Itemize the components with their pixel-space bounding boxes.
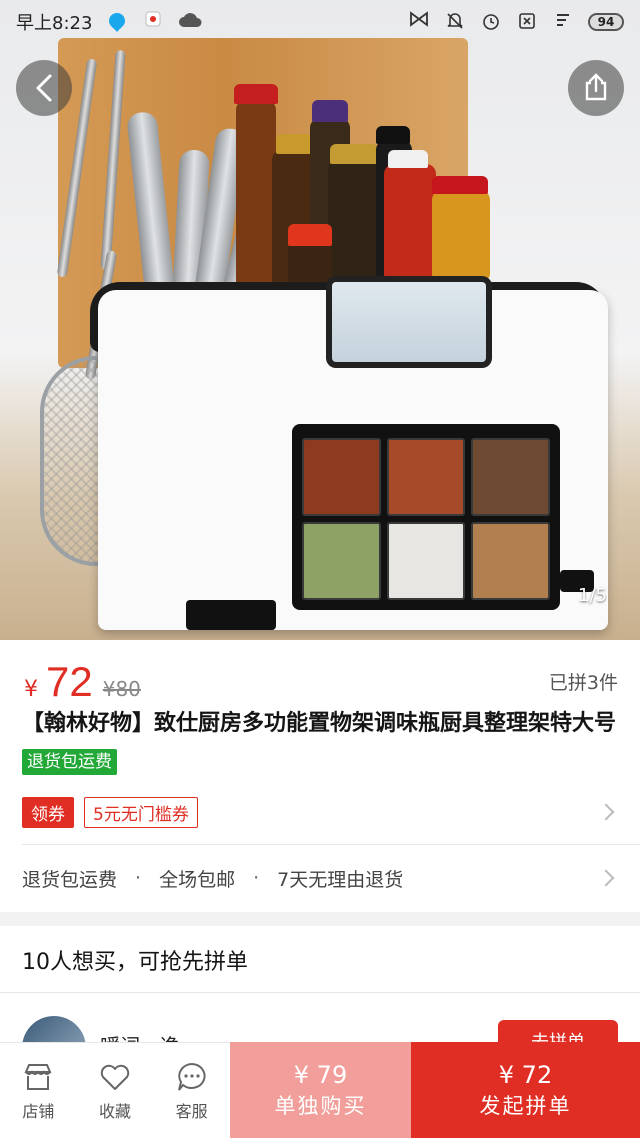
back-icon <box>36 74 52 102</box>
ketchup-bottle-image <box>384 164 436 280</box>
shop-icon <box>24 1063 52 1090</box>
solo-label: 单独购买 <box>274 1094 367 1118</box>
group-price: 72 <box>46 658 93 705</box>
service-item: 7天无理由退货 <box>277 868 404 891</box>
chevron-right-icon <box>597 803 615 821</box>
bottle-cap <box>234 84 278 104</box>
bottle-cap <box>330 144 378 164</box>
service-item: 退货包运费 <box>22 868 118 891</box>
image-counter: 1/5 <box>578 585 607 606</box>
rack-foot <box>186 600 276 630</box>
bottom-action-bar: 店铺 收藏 客服 ¥ 79 单独购买 ¥ 72 发起拼单 <box>0 1042 640 1138</box>
price-row: ¥ 72 ¥80 <box>24 658 141 706</box>
product-title-text: 【翰林好物】致仕厨房多功能置物架调味瓶厨具整理架特大号 <box>22 711 617 736</box>
cloud-icon <box>178 11 202 33</box>
separator: · <box>135 867 142 889</box>
bottle-image <box>236 100 276 290</box>
bottom-icons: 店铺 收藏 客服 <box>0 1042 230 1138</box>
product-title: 【翰林好物】致仕厨房多功能置物架调味瓶厨具整理架特大号 退货包运费 <box>22 704 622 784</box>
status-time: 早上8:23 <box>16 13 93 34</box>
jar-cap <box>432 176 488 194</box>
get-coupon-button[interactable]: 领券 <box>22 796 74 828</box>
group-buy-price: ¥ 72 <box>498 1061 553 1089</box>
divider <box>22 844 640 845</box>
service-label: 客服 <box>175 1101 208 1121</box>
separator: · <box>253 867 260 889</box>
service-row[interactable]: 退货包运费 · 全场包邮 · 7天无理由退货 <box>22 862 618 894</box>
phone-image <box>326 276 492 368</box>
start-group-button[interactable]: ¥ 72 发起拼单 <box>411 1042 640 1138</box>
group-buy-label: 发起拼单 <box>479 1094 572 1118</box>
chevron-right-icon <box>597 869 615 887</box>
solo-price: ¥ 79 <box>293 1061 348 1089</box>
return-shipping-tag: 退货包运费 <box>22 749 117 775</box>
coupon-tag: 5元无门槛券 <box>84 796 198 828</box>
bottle-image <box>328 160 380 280</box>
chat-icon <box>177 1062 206 1091</box>
battery-indicator: 94 <box>588 13 624 31</box>
spice-drawers-image <box>292 424 560 610</box>
divider <box>0 992 640 993</box>
bottle-cap <box>376 126 410 144</box>
bottle-cap <box>276 134 312 154</box>
group-title: 10人想买，可抢先拼单 <box>22 950 248 975</box>
back-button[interactable] <box>16 60 72 116</box>
coupon-row[interactable]: 领券 5元无门槛券 <box>22 796 618 828</box>
jar-image <box>432 190 490 280</box>
original-price: ¥80 <box>102 677 141 701</box>
signal-icon <box>552 11 574 33</box>
bottle-cap <box>312 100 348 122</box>
bubble-icon <box>106 11 128 33</box>
buy-alone-button[interactable]: ¥ 79 单独购买 <box>230 1042 411 1138</box>
shop-button[interactable]: 店铺 <box>0 1043 77 1138</box>
mute-icon <box>444 11 466 33</box>
app-icon <box>142 11 164 33</box>
share-button[interactable] <box>568 60 624 116</box>
price-symbol: ¥ <box>24 677 38 702</box>
product-image[interactable] <box>0 0 640 640</box>
product-page: 早上8:23 94 1/5 ¥ 72 ¥80 已拼3件 【翰林好物】致仕厨房多功… <box>0 0 640 1138</box>
favorite-label: 收藏 <box>99 1101 132 1121</box>
customer-service-button[interactable]: 客服 <box>153 1043 230 1138</box>
status-bar: 早上8:23 94 <box>0 0 640 44</box>
share-icon <box>585 73 607 101</box>
bow-icon <box>408 11 430 33</box>
bottle-cap <box>388 150 428 168</box>
alarm-icon <box>480 11 502 33</box>
product-info: ¥ 72 ¥80 已拼3件 【翰林好物】致仕厨房多功能置物架调味瓶厨具整理架特大… <box>0 640 640 912</box>
sim-icon <box>516 11 538 33</box>
sold-count: 已拼3件 <box>548 672 618 694</box>
bottle-cap <box>288 224 332 246</box>
favorite-button[interactable]: 收藏 <box>77 1043 154 1138</box>
heart-icon <box>100 1064 130 1090</box>
shop-label: 店铺 <box>22 1101 55 1121</box>
service-item: 全场包邮 <box>159 868 236 891</box>
